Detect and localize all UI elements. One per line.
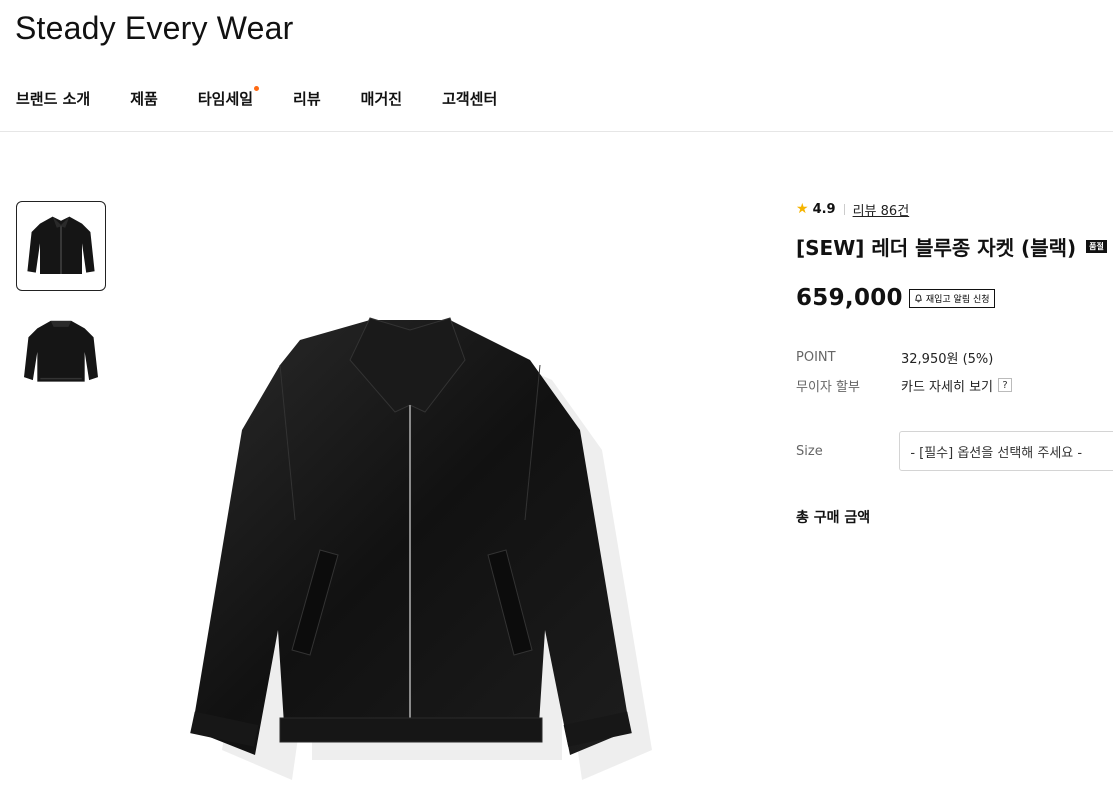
installment-value: 카드 자세히 보기 ? (901, 376, 1012, 395)
nav-item-products[interactable]: 제품 (130, 88, 158, 109)
card-details-link[interactable]: 카드 자세히 보기 (901, 376, 993, 395)
star-icon: ★ (796, 201, 809, 217)
size-select[interactable]: - [필수] 옵션을 선택해 주세요 - (899, 431, 1113, 471)
nav-item-timesale[interactable]: 타임세일 (197, 86, 260, 109)
size-option-row: Size - [필수] 옵션을 선택해 주세요 - (796, 431, 1113, 471)
total-price-label: 총 구매 금액 (796, 510, 871, 526)
product-info-panel: ★ 4.9 리뷰 86건 [SEW] 레더 블루종 자켓 (블랙) 품절 659… (796, 200, 1113, 527)
nav-item-magazine[interactable]: 매거진 (361, 88, 402, 109)
nav-item-timesale-label: 타임세일 (197, 90, 254, 108)
point-value: 32,950원 (5%) (901, 351, 994, 367)
help-icon[interactable]: ? (998, 378, 1012, 392)
size-label: Size (796, 443, 823, 459)
nav-item-reviews[interactable]: 리뷰 (293, 88, 321, 109)
thumbnail-list (16, 201, 106, 413)
nav-item-brand[interactable]: 브랜드 소개 (16, 88, 90, 109)
point-row: POINT 32,950원 (5%) (796, 343, 1113, 371)
soldout-badge: 품절 (1086, 240, 1107, 253)
installment-row: 무이자 할부 카드 자세히 보기 ? (796, 371, 1113, 399)
title-row: [SEW] 레더 블루종 자켓 (블랙) 품절 (796, 232, 1113, 261)
review-count-link[interactable]: 리뷰 86건 (853, 200, 910, 219)
rating-value: 4.9 (812, 201, 836, 217)
brand-logo[interactable]: Steady Every Wear (15, 10, 293, 47)
product-title: [SEW] 레더 블루종 자켓 (블랙) (796, 236, 1077, 260)
jacket-front-thumbnail-image (27, 216, 95, 274)
thumbnail-front[interactable] (16, 201, 106, 291)
new-indicator-dot (254, 86, 260, 91)
restock-alert-label: 재입고 알림 신청 (925, 294, 990, 305)
product-meta: POINT 32,950원 (5%) 무이자 할부 카드 자세히 보기 ? (796, 343, 1113, 399)
price-row: 659,000 재입고 알림 신청 (796, 285, 1113, 311)
site-header: Steady Every Wear 브랜드 소개 제품 타임세일 리뷰 매거진 … (0, 0, 1113, 132)
installment-label: 무이자 할부 (796, 379, 860, 395)
jacket-back-thumbnail-image (24, 320, 98, 382)
rating-row: ★ 4.9 리뷰 86건 (796, 200, 1113, 219)
restock-alert-button[interactable]: 재입고 알림 신청 (908, 288, 995, 308)
point-label: POINT (796, 349, 836, 365)
thumbnail-back[interactable] (16, 307, 106, 397)
divider (843, 203, 845, 215)
product-main-image (170, 300, 670, 780)
main-nav: 브랜드 소개 제품 타임세일 리뷰 매거진 고객센터 (16, 86, 537, 109)
nav-item-support[interactable]: 고객센터 (442, 88, 497, 109)
product-price: 659,000 (796, 285, 903, 311)
bell-icon (915, 293, 922, 302)
